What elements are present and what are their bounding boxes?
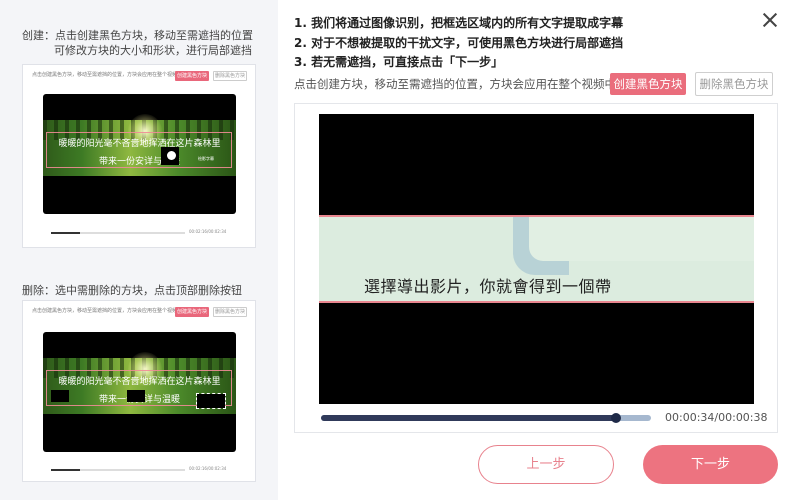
demo-black-block <box>127 390 145 402</box>
demo-cursor-dot <box>167 151 176 160</box>
demo-time: 00:02:16/00:02:34 <box>189 466 227 471</box>
close-icon[interactable] <box>760 10 780 30</box>
playback-time: 00:00:34/00:00:38 <box>665 411 768 424</box>
demo-time: 00:02:16/00:02:34 <box>189 229 227 234</box>
demo-delete-button: 删除黑色方块 <box>213 307 247 317</box>
frame-graphic-inner <box>529 215 754 261</box>
demo-watermark: 绘影字幕 <box>198 156 214 161</box>
demo-create-button: 创建黑色方块 <box>175 307 209 317</box>
demo-progress <box>51 469 185 471</box>
instruction-steps: 1. 我们将通过图像识别，把框选区域内的所有文字提取成字幕 2. 对于不想被提取… <box>294 14 623 73</box>
tutorial-panel: 创建：点击创建黑色方块，移动至需遮挡的位置 可修改方块的大小和形状，进行局部遮挡… <box>0 0 278 500</box>
block-hint: 点击创建方块，移动至需遮挡的位置，方块会应用在整个视频中 <box>294 77 616 91</box>
demo-delete-button: 删除黑色方块 <box>213 71 247 81</box>
demo-forest-frame: 暖暖的阳光毫不吝啬地挥洒在这片森林里 带来一份安详与温暖 <box>43 352 236 414</box>
video-frame: 選擇導出影片，你就會得到一個帶 <box>319 215 754 303</box>
demo-hint: 点击创建黑色方块，移动至需遮挡的位置，方块会应用在整个视频中 <box>32 308 182 314</box>
demo-selected-block-frame <box>196 393 226 409</box>
selection-line-bottom[interactable] <box>319 301 754 303</box>
step-1: 1. 我们将通过图像识别，把框选区域内的所有文字提取成字幕 <box>294 16 624 30</box>
selection-line-top[interactable] <box>319 215 754 217</box>
step-2: 2. 对于不想被提取的干扰文字，可使用黑色方块进行局部遮挡 <box>294 35 624 50</box>
video-subtitle: 選擇導出影片，你就會得到一個帶 <box>364 277 612 296</box>
demo-create-button: 创建黑色方块 <box>175 71 209 81</box>
delete-caption: 删除：选中需删除的方块，点击顶部删除按钮 <box>22 284 242 297</box>
create-caption-line2: 可修改方块的大小和形状，进行局部遮挡 <box>54 44 252 57</box>
demo-video: 暖暖的阳光毫不吝啬地挥洒在这片森林里 带来一份安详与温暖 绘影字幕 <box>43 94 236 214</box>
delete-black-block-button[interactable]: 删除黑色方块 <box>695 72 773 96</box>
create-black-block-button[interactable]: 创建黑色方块 <box>610 73 686 95</box>
demo-subtitle-line1: 暖暖的阳光毫不吝啬地挥洒在这片森林里 <box>58 377 221 387</box>
create-caption-line1: 创建：点击创建黑色方块，移动至需遮挡的位置 <box>22 29 253 42</box>
seek-bar[interactable] <box>321 413 651 423</box>
video-canvas[interactable]: 選擇導出影片，你就會得到一個帶 <box>319 114 754 404</box>
demo-progress <box>51 232 185 234</box>
delete-demo-image: 点击创建黑色方块，移动至需遮挡的位置，方块会应用在整个视频中 创建黑色方块 删除… <box>22 300 256 482</box>
demo-forest-frame: 暖暖的阳光毫不吝啬地挥洒在这片森林里 带来一份安详与温暖 绘影字幕 <box>43 114 236 176</box>
demo-hint: 点击创建黑色方块，移动至需遮挡的位置，方块会应用在整个视频中 <box>32 72 182 78</box>
demo-black-block <box>51 390 69 402</box>
seek-bar-fill <box>321 415 617 421</box>
create-caption: 创建：点击创建黑色方块，移动至需遮挡的位置 可修改方块的大小和形状，进行局部遮挡 <box>22 28 262 58</box>
step-3: 3. 若无需遮挡，可直接点击「下一步」 <box>294 55 504 69</box>
seek-bar-handle[interactable] <box>611 413 622 423</box>
video-player: 選擇導出影片，你就會得到一個帶 00:00:34/00:00:38 <box>294 103 778 433</box>
next-step-button[interactable]: 下一步 <box>643 445 778 484</box>
previous-step-button[interactable]: 上一步 <box>478 445 614 484</box>
create-demo-image: 点击创建黑色方块，移动至需遮挡的位置，方块会应用在整个视频中 创建黑色方块 删除… <box>22 64 256 248</box>
demo-subtitle-line1: 暖暖的阳光毫不吝啬地挥洒在这片森林里 <box>58 139 221 149</box>
demo-video: 暖暖的阳光毫不吝啬地挥洒在这片森林里 带来一份安详与温暖 <box>43 332 236 452</box>
